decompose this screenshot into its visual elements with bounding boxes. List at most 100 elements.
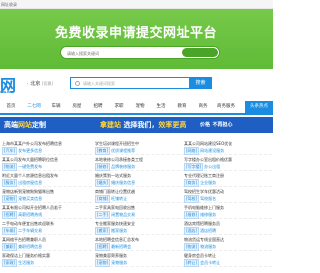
header-search-placeholder[interactable]: 请输入关键词搜索 [83,81,115,87]
list-item[interactable]: 某网络平台招聘兼职人员 [兼职] 兼职招聘信息 [2,235,92,251]
ad-part2-c: 效率更高 [158,121,187,129]
list-item[interactable]: 手机电脑维修上门服务 [维修] 维修服务 [184,203,272,219]
header-search-button[interactable]: 搜索 [189,77,212,89]
list-item-meta: [二手] 闲置物品交易 [95,211,135,219]
list-item-meta-text: 闲置物品交易 [111,212,136,217]
list-item-meta-text: 旺铺转让 [111,196,128,201]
list-item-tag[interactable]: [兼职] [2,243,18,251]
list-item-tag[interactable]: [维修] [184,211,200,219]
list-item-tag[interactable]: [招聘] [2,211,18,219]
list-item-meta: [写字楼] 办公出租 [184,163,220,171]
list-item-tag[interactable]: [宠物] [95,259,111,267]
list-item[interactable]: 上海市某某户外公司发布招聘信息 [汽车] 发布更多信息 [2,139,92,155]
list-item[interactable]: 宠物店新到宠物狗狗猫咪出售 [宠物] 宠物买卖信息 [2,187,92,203]
list-item-tag[interactable]: [装修] [95,163,111,171]
list-item-tag[interactable]: [教育] [95,147,111,155]
list-item-tag[interactable]: [酒店] [184,227,200,235]
list-item-tag[interactable]: [驾校] [184,195,200,203]
ad-part1-c: 定制 [32,121,46,129]
ad-part1-a: 高端 [4,121,18,129]
list-item[interactable]: 驾校招生学车优惠活动 [驾校] 驾校报名 [184,187,272,203]
list-item[interactable]: 二手家具家电回收出售 [二手] 闲置物品交易 [95,203,185,219]
list-item-meta-text: 二手车辆交易 [18,228,43,233]
nav-item-headlines[interactable]: 头条热点 [245,101,273,113]
list-item-tag[interactable]: [招聘] [95,243,111,251]
banner-search[interactable] [60,46,220,59]
list-item-tag[interactable]: [婚庆] [95,179,111,187]
list-item-tag[interactable]: [转让] [184,259,200,267]
listing-column-1: 上海市某某户外公司发布招聘信息 [汽车] 发布更多信息 某某公司发布大量招聘职位信息… [2,139,92,267]
nav-item-jobseek[interactable]: 求职 [110,101,128,113]
list-item-tag[interactable]: [汽车] [2,147,18,155]
list-item-meta: [商铺] 旺铺转让 [95,195,127,203]
nav-item-services[interactable]: 商务服务 [214,101,238,113]
list-item[interactable]: 某某公司发布大量招聘职位信息 [物流] 一键免费发布 [2,155,92,171]
list-item-tag[interactable]: [写字楼] [184,163,204,171]
list-item[interactable]: 宠物美容寄养服务 [宠物] 宠物服务 [95,251,185,267]
nav-item-pets[interactable]: 宠物 [131,101,149,113]
list-item-meta: [宠物] 宠物服务 [95,259,127,267]
banner-search-input[interactable] [67,49,177,57]
list-item-meta-text: 会员卡转让 [200,260,221,265]
list-item[interactable]: 某某公司网站建设SEO优化 [网络] 网站建设服务 [184,139,272,155]
list-item[interactable]: 专业搬家服务快速安全 [搬家] 搬家服务 [95,219,185,235]
ad-part3-price: 价格 [200,122,211,128]
banner-title: 免费收录申请提交网址平台 [55,26,218,41]
list-item-tag[interactable]: [宠物] [2,195,18,203]
list-item[interactable]: 健身房会员卡转让 [转让] 会员卡转让 [184,251,272,267]
top-bar: 网址收录 [0,0,273,9]
nav-item-erqi[interactable]: 二七网 [24,101,44,113]
list-item-tag[interactable]: [网络] [184,147,200,155]
list-item-meta-text: 生活服务 [18,260,35,265]
city-selector[interactable]: · 北京 [切换] [27,80,53,87]
site-logo[interactable]: 网 ONLINE [0,72,20,95]
list-item[interactable]: 学生培训课程开班招生中 [教育] 优质课程推荐 [95,139,185,155]
list-item-tag[interactable]: [物流] [184,243,200,251]
list-item-tag[interactable]: [家政] [2,259,18,267]
list-item-meta-text: 婚庆服务信息 [111,180,136,185]
list-item-meta: [汽车] 发布更多信息 [2,147,42,155]
list-item[interactable]: 商铺门面转让位置优越 [商铺] 旺铺转让 [95,187,185,203]
nav-item-life[interactable]: 生活 [152,101,170,113]
list-item-tag[interactable]: [服务] [2,179,18,187]
list-item-tag[interactable]: [商铺] [95,195,111,203]
list-item[interactable]: 本地装修公司承接各类工程 [装修] 品牌装修服务 [95,155,185,171]
list-item-meta-text: 一键免费发布 [18,164,43,169]
list-item-meta-text: 物流服务 [200,244,217,249]
list-item-tag[interactable]: [搬家] [95,227,111,235]
list-item[interactable]: 专业代理记账工商注册 [商务] 企业服务 [184,171,272,187]
list-item[interactable]: 家政保洁上门服务价格实惠 [家政] 生活服务 [2,251,92,267]
ad-part2-b: 选择我们， [123,121,159,129]
nav-item-education[interactable]: 教育 [173,101,191,113]
city-switch[interactable]: [切换] [42,81,53,86]
nav-item-home[interactable]: 首页 [0,101,22,113]
list-item-meta-text: 兼职招聘信息 [18,244,43,249]
list-item[interactable]: 婚庆策划一站式服务 [婚庆] 婚庆服务信息 [95,171,185,187]
list-item[interactable]: 物流货运专线全国直达 [物流] 物流服务 [184,235,272,251]
ad-part3: 价格 不再担心 [200,120,232,128]
list-item[interactable]: 酒店宾馆招聘服务员 [酒店] 酒店招聘 [184,219,272,235]
list-item-tag[interactable]: [二手] [95,211,111,219]
list-item[interactable]: 二手电动车便宜出售欢迎联系 [车辆] 二手车辆交易 [2,219,92,235]
listing-column-2: 学生培训课程开班招生中 [教育] 优质课程推荐 本地装修公司承接各类工程 [装修] 品牌… [95,139,185,267]
list-item-tag[interactable]: [商务] [184,179,200,187]
list-item-meta: [驾校] 驾校报名 [184,195,216,203]
list-item[interactable]: 某某有限公司拟开业招聘人员若干 [招聘] 高薪招聘热线 [2,203,92,219]
list-item-tag[interactable]: [物流] [2,163,18,171]
list-item-meta: [招聘] 最新招聘会 [95,243,131,251]
city-name: 北京 [30,81,41,87]
banner-search-button[interactable] [182,48,218,57]
list-item[interactable]: 附近大量个人房源信息出租发布 [服务] 出租房屋信息 [2,171,92,187]
list-item[interactable]: 本地招聘会信息汇总发布 [招聘] 最新招聘会 [95,235,185,251]
nav-item-cars[interactable]: 车辆 [47,101,65,113]
nav-item-housing[interactable]: 房屋 [68,101,86,113]
list-item-tag[interactable]: [车辆] [2,227,18,235]
ad-banner[interactable]: 高端网站定制 拿建站 选择我们，效率更高 价格 不再担心 [0,117,273,133]
list-item-meta-text: 宠物服务 [111,260,128,265]
nav-item-business[interactable]: 商务 [194,101,212,113]
nav-item-jobs[interactable]: 招聘 [89,101,107,113]
list-item-meta: [宠物] 宠物买卖信息 [2,195,42,203]
list-item[interactable]: 写字楼办公室出租价格优惠 [写字楼] 办公出租 [184,155,272,171]
promo-banner: 免费收录申请提交网址平台 [0,9,273,69]
list-item-meta: [搬家] 搬家服务 [95,227,127,235]
